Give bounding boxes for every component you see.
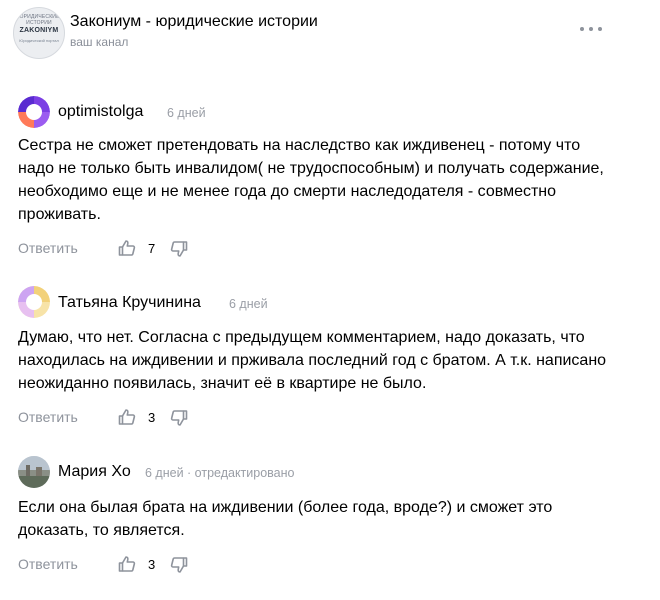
thumb-down-icon[interactable] <box>170 556 188 574</box>
comment-author[interactable]: Татьяна Кручинина <box>58 294 201 312</box>
more-dot <box>580 27 584 31</box>
like-count: 3 <box>148 410 156 425</box>
comment-text: Если она былая брата на иждивении (более… <box>18 499 553 539</box>
thumb-down-icon[interactable] <box>170 409 188 427</box>
thumb-up-icon[interactable] <box>118 239 136 257</box>
thumb-up-icon[interactable] <box>118 555 136 573</box>
reply-button[interactable]: Ответить <box>18 556 78 572</box>
comment-author[interactable]: optimistolga <box>58 103 143 121</box>
channel-avatar[interactable]: ЮРИДИЧЕСКИЕ ИСТОРИИ ZAKONIYM Юридический… <box>13 7 65 59</box>
avatar[interactable] <box>18 96 50 128</box>
channel-logo-caption: Юридический портал <box>19 38 59 43</box>
thumb-down-icon[interactable] <box>170 240 188 258</box>
channel-header: ЮРИДИЧЕСКИЕ ИСТОРИИ ZAKONIYM Юридический… <box>0 0 660 72</box>
comment-meta: 6 дней <box>229 297 268 311</box>
channel-logo-ring-text: ЮРИДИЧЕСКИЕ ИСТОРИИ <box>18 14 60 26</box>
channel-subtitle: ваш канал <box>70 35 129 49</box>
like-count: 7 <box>148 241 156 256</box>
thumb-up-icon[interactable] <box>118 408 136 426</box>
channel-logo-name: ZAKONIYM <box>19 27 59 34</box>
reply-button[interactable]: Ответить <box>18 409 78 425</box>
more-dot <box>598 27 602 31</box>
comment-author[interactable]: Мария Хо <box>58 463 131 481</box>
avatar[interactable] <box>18 456 50 488</box>
avatar[interactable] <box>18 286 50 318</box>
more-dot <box>589 27 593 31</box>
reply-button[interactable]: Ответить <box>18 240 78 256</box>
channel-title[interactable]: Закониум - юридические истории <box>70 13 318 31</box>
comment-text: Сестра не сможет претендовать на наследс… <box>18 137 604 223</box>
more-icon[interactable] <box>578 22 604 36</box>
comment-meta: 6 дней · отредактировано <box>145 466 295 480</box>
like-count: 3 <box>148 557 156 572</box>
comment-meta: 6 дней <box>167 106 206 120</box>
comment-text: Думаю, что нет. Согласна с предыдущем ко… <box>18 329 607 392</box>
